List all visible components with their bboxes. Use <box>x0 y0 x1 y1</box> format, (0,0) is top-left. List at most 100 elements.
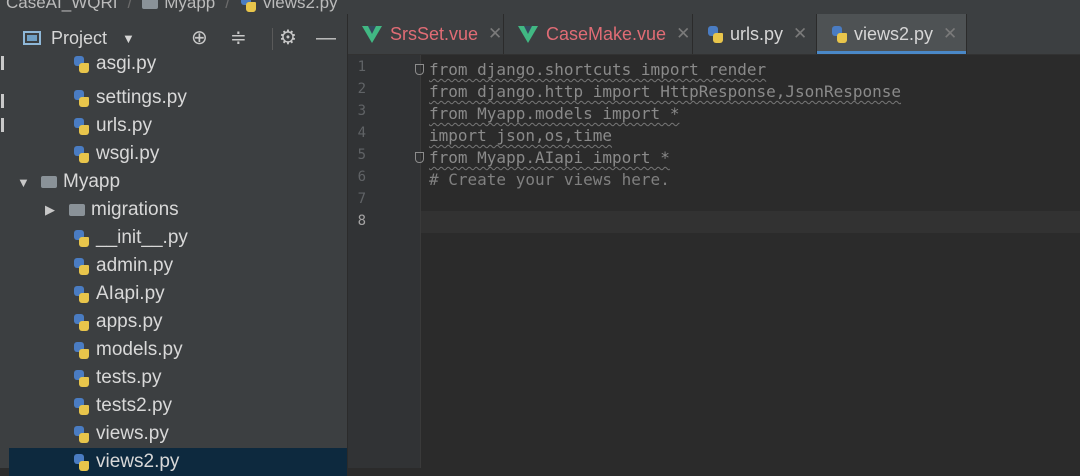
breadcrumb-project-label: CaseAI_WQRI <box>6 0 118 12</box>
tree-item-admin-py[interactable]: admin.py <box>9 252 347 280</box>
tree-item-label: views2.py <box>96 451 180 472</box>
close-icon[interactable]: ✕ <box>793 24 807 44</box>
project-view-icon[interactable] <box>23 31 41 45</box>
python-file-icon <box>73 145 90 163</box>
breadcrumb-item-myapp[interactable]: Myapp <box>136 0 221 13</box>
line-number: 5 <box>357 147 366 163</box>
chevron-down-icon[interactable]: ▼ <box>122 31 135 46</box>
tree-item-apps-py[interactable]: apps.py <box>9 308 347 336</box>
python-file-icon <box>707 25 724 43</box>
tree-item-label: wsgi.py <box>96 143 160 164</box>
line-number: 8 <box>357 213 366 229</box>
header-divider <box>272 28 273 50</box>
python-file-icon <box>831 25 848 43</box>
folder-icon <box>142 0 159 9</box>
tab-casemake-vue[interactable]: CaseMake.vue ✕ <box>504 14 693 54</box>
tab-views2-py[interactable]: views2.py ✕ <box>817 14 967 54</box>
tree-item-label: tests2.py <box>96 395 173 416</box>
tree-item-views-py[interactable]: views.py <box>9 420 347 448</box>
tree-item-myapp[interactable]: ▼ Myapp <box>9 168 347 196</box>
python-file-icon <box>73 425 90 443</box>
project-panel: Project ▼ ⊕ ≑ ⚙ — asgi.py settings.py urls… <box>9 14 348 476</box>
python-file-icon <box>73 89 90 107</box>
tree-item-label: views.py <box>96 423 169 444</box>
tab-label: CaseMake.vue <box>546 23 667 44</box>
close-icon[interactable]: ✕ <box>488 24 502 44</box>
breadcrumb: CaseAI_WQRI / Myapp / views2.py <box>0 0 1080 15</box>
tree-item-models-py[interactable]: models.py <box>9 336 347 364</box>
folder-icon <box>41 176 57 188</box>
line-number: 3 <box>357 103 366 119</box>
tree-item-asgi-py[interactable]: asgi.py <box>9 50 347 78</box>
python-file-icon <box>240 0 257 12</box>
tree-item-urls-py[interactable]: urls.py <box>9 112 347 140</box>
project-panel-title[interactable]: Project <box>51 28 107 49</box>
current-line-highlight <box>421 211 1080 233</box>
breadcrumb-separator: / <box>127 0 133 12</box>
gear-icon[interactable]: ⚙ <box>279 26 297 50</box>
python-file-icon <box>73 397 90 415</box>
python-file-icon <box>73 229 90 247</box>
breadcrumb-item-project[interactable]: CaseAI_WQRI <box>0 0 123 13</box>
tree-item-tests-py[interactable]: tests.py <box>9 364 347 392</box>
tree-item-aiapi-py[interactable]: AIapi.py <box>9 280 347 308</box>
tree-item-label: AIapi.py <box>96 283 165 304</box>
tree-item-settings-py[interactable]: settings.py <box>9 84 347 112</box>
code-line: import json,os,time <box>429 126 613 145</box>
locate-icon[interactable]: ⊕ <box>191 26 208 50</box>
python-file-icon <box>73 313 90 331</box>
line-number: 2 <box>357 81 366 97</box>
python-file-icon <box>73 285 90 303</box>
tab-label: urls.py <box>730 23 784 44</box>
line-number-gutter: 1 2 3 4 5 6 7 8 <box>348 55 424 468</box>
breadcrumb-separator: / <box>225 0 230 12</box>
tree-item-label: Myapp <box>63 171 121 192</box>
tree-item-wsgi-py[interactable]: wsgi.py <box>9 140 347 168</box>
python-file-icon <box>73 369 90 387</box>
strip-tab-marker[interactable] <box>1 94 4 108</box>
vue-file-icon <box>362 25 382 43</box>
collapsed-arrow-icon[interactable]: ▶ <box>45 202 59 218</box>
python-file-icon <box>73 341 90 359</box>
tree-item-views2-py[interactable]: views2.py <box>9 448 347 476</box>
code-line: from django.shortcuts import render <box>429 60 767 79</box>
tab-label: views2.py <box>854 23 934 44</box>
expanded-arrow-icon[interactable]: ▼ <box>17 175 31 190</box>
tree-item-init-py[interactable]: __init__.py <box>9 224 347 252</box>
code-line: from Myapp.AIapi import * <box>429 148 670 167</box>
line-number: 7 <box>357 191 366 207</box>
code-line: from django.http import HttpResponse,Jso… <box>429 82 902 101</box>
tab-srsset-vue[interactable]: SrsSet.vue ✕ <box>348 14 504 54</box>
line-number: 6 <box>357 169 366 185</box>
line-number: 1 <box>357 59 366 75</box>
code-line: from Myapp.models import * <box>429 104 680 123</box>
tab-urls-py[interactable]: urls.py ✕ <box>693 14 817 54</box>
tree-item-label: settings.py <box>96 87 187 108</box>
python-file-icon <box>73 55 90 73</box>
tree-item-label: admin.py <box>96 255 174 276</box>
editor-tab-bar: SrsSet.vue ✕ CaseMake.vue ✕ urls.py ✕ views2.p… <box>348 14 1080 55</box>
tree-item-migrations[interactable]: ▶ migrations <box>9 196 347 224</box>
tree-item-label: __init__.py <box>96 227 188 248</box>
close-icon[interactable]: ✕ <box>676 24 690 44</box>
tree-item-label: apps.py <box>96 311 163 332</box>
breadcrumb-myapp-label: Myapp <box>164 0 216 12</box>
tree-item-label: migrations <box>91 199 179 220</box>
close-icon[interactable]: ✕ <box>943 24 957 44</box>
code-line: # Create your views here. <box>429 170 670 189</box>
tree-item-label: tests.py <box>96 367 162 388</box>
tree-item-label: asgi.py <box>96 53 157 74</box>
folder-icon <box>69 204 85 216</box>
code-editor[interactable]: from django.shortcuts import render from … <box>421 55 1080 468</box>
strip-tab-marker[interactable] <box>1 56 4 70</box>
minimize-icon[interactable]: — <box>316 26 336 50</box>
tree-item-label: urls.py <box>96 115 152 136</box>
tree-item-tests2-py[interactable]: tests2.py <box>9 392 347 420</box>
tree-item-label: models.py <box>96 339 183 360</box>
python-file-icon <box>73 257 90 275</box>
strip-tab-marker[interactable] <box>1 118 4 132</box>
collapse-all-icon[interactable]: ≑ <box>230 26 247 50</box>
line-number: 4 <box>357 125 366 141</box>
breadcrumb-item-file[interactable]: views2.py <box>234 0 344 13</box>
breadcrumb-file-label: views2.py <box>262 0 338 12</box>
